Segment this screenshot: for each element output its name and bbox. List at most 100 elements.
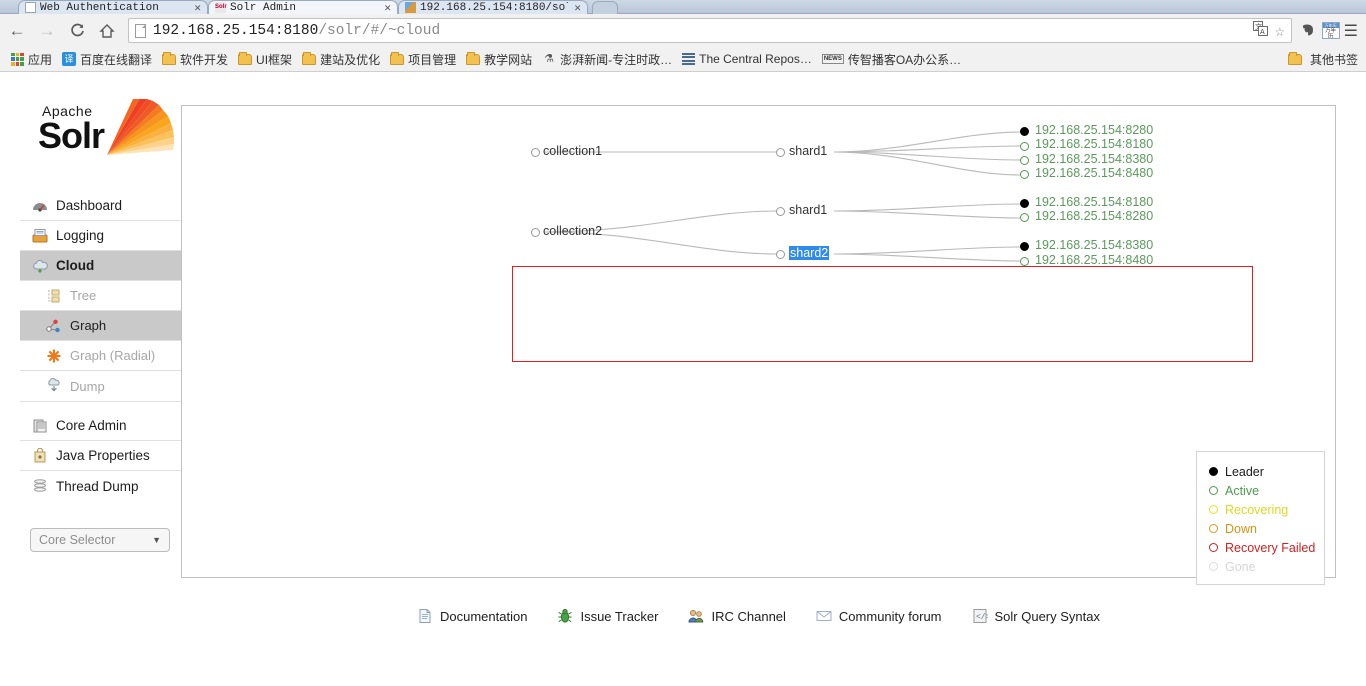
browser-tab-2[interactable]: 192.168.25.154:8180/sol ✕ xyxy=(398,0,588,14)
core-admin-icon xyxy=(33,419,47,432)
bookmark-folder-software-dev[interactable]: 软件开发 xyxy=(157,49,233,70)
replica-node-dot[interactable] xyxy=(1020,127,1029,136)
footer-link-label: Issue Tracker xyxy=(580,608,659,624)
translate-icon[interactable]: 文 A xyxy=(1253,20,1269,41)
replica-node-dot[interactable] xyxy=(1020,257,1029,266)
legend-label: Leader xyxy=(1225,464,1264,479)
legend-row-leader: Leader xyxy=(1209,462,1324,481)
legend-row-gone: Gone xyxy=(1209,557,1324,576)
solr-nav-list: Dashboard Logging Cloud Tree Graph Graph… xyxy=(20,191,181,501)
forward-button[interactable]: → xyxy=(34,18,60,44)
footer-link-community-forum[interactable]: Community forum xyxy=(816,608,942,624)
evernote-extension-button[interactable] xyxy=(1298,20,1320,42)
replica-node-dot[interactable] xyxy=(1020,142,1029,151)
sidebar-item-graph-radial[interactable]: Graph (Radial) xyxy=(20,341,181,371)
collection-node-dot[interactable] xyxy=(531,148,540,157)
replica-label[interactable]: 192.168.25.154:8280 xyxy=(1035,123,1153,137)
collection-label[interactable]: collection2 xyxy=(543,224,602,238)
close-icon[interactable]: ✕ xyxy=(574,1,581,15)
reload-button[interactable] xyxy=(64,18,90,44)
shard-node-dot[interactable] xyxy=(776,250,785,259)
shard-label[interactable]: shard1 xyxy=(789,144,827,158)
graph-icon xyxy=(46,319,60,332)
replica-label[interactable]: 192.168.25.154:8380 xyxy=(1035,152,1153,166)
replica-node-dot[interactable] xyxy=(1020,170,1029,179)
folder-icon xyxy=(302,51,317,65)
replica-label[interactable]: 192.168.25.154:8180 xyxy=(1035,137,1153,151)
replica-label[interactable]: 192.168.25.154:8480 xyxy=(1035,253,1153,267)
down-dot-icon xyxy=(1209,524,1218,533)
news-icon: NEWS xyxy=(821,54,844,64)
sidebar-item-label: Thread Dump xyxy=(56,478,139,494)
bookmark-label: 应用 xyxy=(28,52,53,67)
solr-logo[interactable]: Apache Solr xyxy=(30,99,175,163)
svg-text:</>: </> xyxy=(976,613,988,622)
sidebar-item-cloud[interactable]: Cloud xyxy=(20,251,181,281)
tab-title: Web Authentication xyxy=(40,1,159,14)
collection-label[interactable]: collection1 xyxy=(543,144,602,158)
shard-label[interactable]: shard1 xyxy=(789,203,827,217)
bookmark-central-repository[interactable]: The Central Repos… xyxy=(677,50,817,68)
replica-label[interactable]: 192.168.25.154:8480 xyxy=(1035,166,1153,180)
replica-node-dot[interactable] xyxy=(1020,156,1029,165)
document-icon xyxy=(419,609,431,623)
browser-menu-button[interactable]: ☰ xyxy=(1344,21,1358,41)
bookmark-label: The Central Repos… xyxy=(699,52,812,66)
bookmark-folder-ui-framework[interactable]: UI框架 xyxy=(233,49,297,70)
legend-row-active: Active xyxy=(1209,481,1324,500)
bookmark-folder-site-building[interactable]: 建站及优化 xyxy=(297,49,385,70)
bookmark-folder-project-mgmt[interactable]: 项目管理 xyxy=(385,49,461,70)
envelope-icon xyxy=(816,611,832,621)
bookmark-apps[interactable]: 应用 xyxy=(6,49,57,70)
sidebar-item-tree[interactable]: Tree xyxy=(20,281,181,311)
sidebar-item-logging[interactable]: Logging xyxy=(20,221,181,251)
sidebar-item-graph[interactable]: Graph xyxy=(20,311,181,341)
address-bar[interactable]: 192.168.25.154:8180/solr/#/~cloud 文 A ☆ xyxy=(128,18,1292,43)
calendar-extension-button[interactable]: 万年历 万年历 xyxy=(1320,20,1342,42)
sidebar-item-core-admin[interactable]: Core Admin xyxy=(20,411,181,441)
elephant-icon xyxy=(1303,24,1314,36)
bookmark-label: 传智播客OA办公系… xyxy=(847,52,962,67)
legend-label: Gone xyxy=(1225,559,1256,574)
close-icon[interactable]: ✕ xyxy=(384,1,391,15)
close-icon[interactable]: ✕ xyxy=(194,1,201,15)
bookmark-folder-teaching-sites[interactable]: 教学网站 xyxy=(461,49,537,70)
replica-node-dot[interactable] xyxy=(1020,199,1029,208)
calendar-icon: 万年历 万年历 xyxy=(1321,22,1340,39)
folder-icon xyxy=(1287,51,1302,65)
footer-link-irc-channel[interactable]: IRC Channel xyxy=(688,608,786,624)
footer-link-solr-query-syntax[interactable]: </> Solr Query Syntax xyxy=(972,608,1100,624)
back-button[interactable]: ← xyxy=(4,18,30,44)
bookmark-star-icon[interactable]: ☆ xyxy=(1275,21,1285,41)
browser-tab-0[interactable]: Web Authentication ✕ xyxy=(18,0,208,14)
sidebar-item-label: Java Properties xyxy=(56,448,150,463)
sidebar-item-dashboard[interactable]: Dashboard xyxy=(20,191,181,221)
sidebar-item-java-properties[interactable]: Java Properties xyxy=(20,441,181,471)
collection-node-dot[interactable] xyxy=(531,228,540,237)
sidebar-item-dump[interactable]: Dump xyxy=(20,371,181,401)
active-dot-icon xyxy=(1209,486,1218,495)
home-button[interactable] xyxy=(94,18,120,44)
replica-label[interactable]: 192.168.25.154:8280 xyxy=(1035,209,1153,223)
bookmark-other-bookmarks[interactable]: 其他书签 xyxy=(1283,49,1366,70)
new-tab-button[interactable] xyxy=(592,1,618,14)
sidebar-item-label: Graph xyxy=(70,318,107,333)
core-selector-dropdown[interactable]: Core Selector ▼ xyxy=(30,528,170,552)
shard-node-dot[interactable] xyxy=(776,148,785,157)
footer-link-issue-tracker[interactable]: Issue Tracker xyxy=(557,608,658,624)
shard-node-dot[interactable] xyxy=(776,207,785,216)
replica-node-dot[interactable] xyxy=(1020,242,1029,251)
bookmark-thepaper-news[interactable]: ⚗ 澎湃新闻-专注时政… xyxy=(537,49,677,70)
sidebar-item-thread-dump[interactable]: Thread Dump xyxy=(20,471,181,501)
shard-label-selected[interactable]: shard2 xyxy=(789,246,830,260)
bookmark-oa-system[interactable]: NEWS 传智播客OA办公系… xyxy=(817,49,966,70)
bookmark-label: 建站及优化 xyxy=(320,52,381,67)
replica-node-dot[interactable] xyxy=(1020,213,1029,222)
footer-link-documentation[interactable]: Documentation xyxy=(417,608,527,624)
replica-label[interactable]: 192.168.25.154:8380 xyxy=(1035,238,1153,252)
replica-label[interactable]: 192.168.25.154:8180 xyxy=(1035,195,1153,209)
page-icon xyxy=(25,2,36,13)
bookmark-baidu-translate[interactable]: 译 百度在线翻译 xyxy=(57,49,157,70)
browser-tab-1[interactable]: Solr Solr Admin ✕ xyxy=(208,0,398,14)
logo-solr-text: Solr xyxy=(38,115,105,156)
